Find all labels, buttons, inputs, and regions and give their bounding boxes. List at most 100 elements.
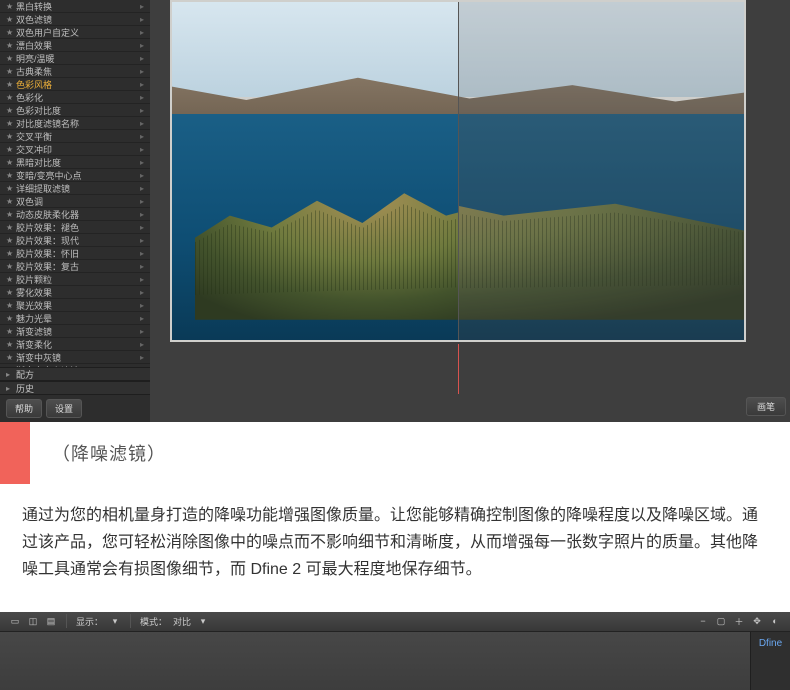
- preset-label: 黑白转换: [16, 0, 52, 13]
- zoom-out-icon[interactable]: −: [696, 614, 710, 628]
- star-icon[interactable]: ★: [6, 2, 16, 11]
- preset-item[interactable]: ★详细提取滤镜▸: [0, 182, 150, 195]
- accent-bar: [0, 422, 30, 484]
- star-icon[interactable]: ★: [6, 158, 16, 167]
- description-title: （降噪滤镜）: [30, 440, 166, 466]
- star-icon[interactable]: ★: [6, 236, 16, 245]
- star-icon[interactable]: ★: [6, 353, 16, 362]
- settings-button[interactable]: 设置: [46, 399, 82, 418]
- chevron-right-icon: ▸: [140, 262, 144, 271]
- preset-item[interactable]: ★胶片效果：复古▸: [0, 260, 150, 273]
- chevron-right-icon: ▸: [6, 370, 16, 379]
- star-icon[interactable]: ★: [6, 145, 16, 154]
- preset-label: 古典柔焦: [16, 65, 52, 78]
- preset-item[interactable]: ★黑暗对比度▸: [0, 156, 150, 169]
- star-icon[interactable]: ★: [6, 28, 16, 37]
- star-icon[interactable]: ★: [6, 119, 16, 128]
- preset-item[interactable]: ★变暗/变亮中心点▸: [0, 169, 150, 182]
- chevron-right-icon: ▸: [140, 41, 144, 50]
- preset-item[interactable]: ★黑白转换▸: [0, 0, 150, 13]
- star-icon[interactable]: ★: [6, 262, 16, 271]
- preset-item[interactable]: ★聚光效果▸: [0, 299, 150, 312]
- preset-item[interactable]: ★渐变滤镜▸: [0, 325, 150, 338]
- preset-label: 胶片效果：怀旧: [16, 247, 79, 260]
- star-icon[interactable]: ★: [6, 340, 16, 349]
- mode-dropdown-icon[interactable]: ▾: [196, 614, 210, 628]
- star-icon[interactable]: ★: [6, 15, 16, 24]
- zoom-in-icon[interactable]: ＋: [732, 614, 746, 628]
- preset-item[interactable]: ★色彩风格▸: [0, 78, 150, 91]
- star-icon[interactable]: ★: [6, 93, 16, 102]
- split-divider[interactable]: [458, 2, 459, 340]
- preset-list: ★黑白转换▸★双色滤镜▸★双色用户自定义▸★漂白效果▸★明亮/温暖▸★古典柔焦▸…: [0, 0, 150, 367]
- brush-button[interactable]: 画笔: [746, 397, 786, 416]
- chevron-right-icon: ▸: [140, 223, 144, 232]
- display-dropdown-icon[interactable]: ▾: [108, 614, 122, 628]
- preset-item[interactable]: ★交叉冲印▸: [0, 143, 150, 156]
- hand-tool-icon[interactable]: ✥: [750, 614, 764, 628]
- preset-item[interactable]: ★漂白效果▸: [0, 39, 150, 52]
- star-icon[interactable]: ★: [6, 106, 16, 115]
- help-button[interactable]: 帮助: [6, 399, 42, 418]
- star-icon[interactable]: ★: [6, 301, 16, 310]
- preset-item[interactable]: ★魅力光晕▸: [0, 312, 150, 325]
- chevron-right-icon: ▸: [140, 119, 144, 128]
- preset-label: 渐变中灰镜: [16, 351, 61, 364]
- bottom-canvas[interactable]: [0, 632, 750, 690]
- side-view-icon[interactable]: ▤: [44, 614, 58, 628]
- chevron-right-icon: ▸: [140, 275, 144, 284]
- preset-item[interactable]: ★双色滤镜▸: [0, 13, 150, 26]
- star-icon[interactable]: ★: [6, 314, 16, 323]
- bg-toggle-icon[interactable]: ◐: [768, 614, 782, 628]
- star-icon[interactable]: ★: [6, 210, 16, 219]
- preset-item[interactable]: ★胶片效果：现代▸: [0, 234, 150, 247]
- preset-label: 明亮/温暖: [16, 52, 55, 65]
- chevron-right-icon: ▸: [140, 197, 144, 206]
- preset-item[interactable]: ★色彩对比度▸: [0, 104, 150, 117]
- chevron-right-icon: ▸: [140, 80, 144, 89]
- preset-label: 黑暗对比度: [16, 156, 61, 169]
- preview-image[interactable]: [172, 2, 744, 340]
- preset-label: 魅力光晕: [16, 312, 52, 325]
- preset-item[interactable]: ★对比度滤镜名称▸: [0, 117, 150, 130]
- star-icon[interactable]: ★: [6, 184, 16, 193]
- star-icon[interactable]: ★: [6, 41, 16, 50]
- star-icon[interactable]: ★: [6, 80, 16, 89]
- chevron-right-icon: ▸: [140, 106, 144, 115]
- preset-item[interactable]: ★渐变中灰镜▸: [0, 351, 150, 364]
- star-icon[interactable]: ★: [6, 171, 16, 180]
- preset-item[interactable]: ★雾化效果▸: [0, 286, 150, 299]
- sidebar-group-history[interactable]: ▸ 历史: [0, 381, 150, 395]
- star-icon[interactable]: ★: [6, 223, 16, 232]
- zoom-fit-icon[interactable]: ▢: [714, 614, 728, 628]
- preset-item[interactable]: ★交叉平衡▸: [0, 130, 150, 143]
- star-icon[interactable]: ★: [6, 132, 16, 141]
- preset-item[interactable]: ★胶片效果：褪色▸: [0, 221, 150, 234]
- preset-item[interactable]: ★双色调▸: [0, 195, 150, 208]
- star-icon[interactable]: ★: [6, 67, 16, 76]
- preset-item[interactable]: ★动态皮肤柔化器▸: [0, 208, 150, 221]
- preset-item[interactable]: ★明亮/温暖▸: [0, 52, 150, 65]
- sidebar-group-recipes[interactable]: ▸ 配方: [0, 367, 150, 381]
- bottom-editor: ▭ ◫ ▤ 显示： ▾ 模式： 对比 ▾ − ▢ ＋ ✥ ◐ Dfine: [0, 612, 790, 690]
- single-view-icon[interactable]: ▭: [8, 614, 22, 628]
- star-icon[interactable]: ★: [6, 54, 16, 63]
- preset-item[interactable]: ★胶片效果：怀旧▸: [0, 247, 150, 260]
- preset-item[interactable]: ★色彩化▸: [0, 91, 150, 104]
- star-icon[interactable]: ★: [6, 327, 16, 336]
- star-icon[interactable]: ★: [6, 197, 16, 206]
- chevron-right-icon: ▸: [140, 301, 144, 310]
- preset-item[interactable]: ★渐变柔化▸: [0, 338, 150, 351]
- star-icon[interactable]: ★: [6, 275, 16, 284]
- preset-item[interactable]: ★双色用户自定义▸: [0, 26, 150, 39]
- preset-label: 色彩化: [16, 91, 43, 104]
- mode-value[interactable]: 对比: [173, 615, 191, 628]
- split-view-icon[interactable]: ◫: [26, 614, 40, 628]
- preset-item[interactable]: ★古典柔焦 ▸: [0, 65, 150, 78]
- preset-label: 渐变滤镜: [16, 325, 52, 338]
- preset-item[interactable]: ★胶片颗粒▸: [0, 273, 150, 286]
- chevron-right-icon: ▸: [140, 210, 144, 219]
- star-icon[interactable]: ★: [6, 249, 16, 258]
- chevron-right-icon: ▸: [140, 67, 144, 76]
- star-icon[interactable]: ★: [6, 288, 16, 297]
